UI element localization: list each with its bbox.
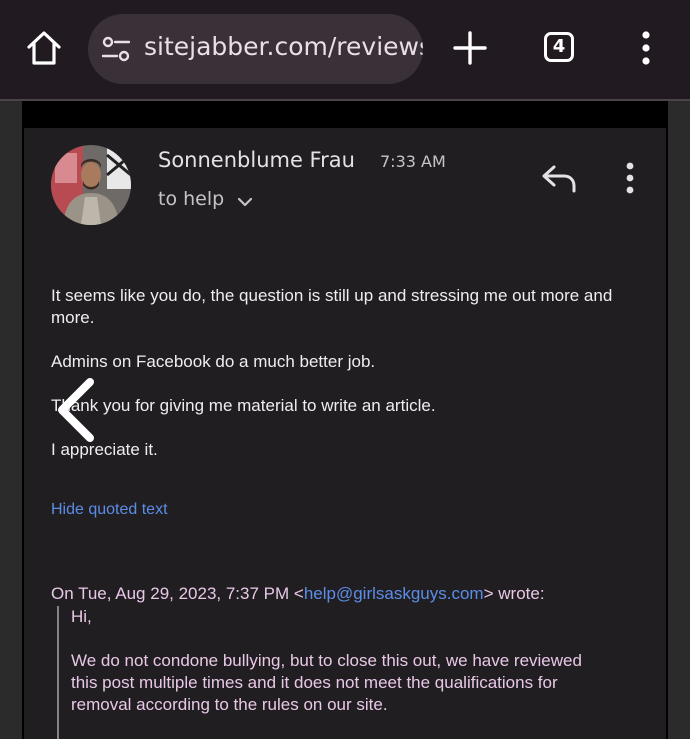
plus-icon[interactable] — [452, 30, 488, 66]
quote-sender-email-link[interactable]: help@girlsaskguys.com — [304, 584, 484, 603]
hide-quoted-text-link[interactable]: Hide quoted text — [51, 501, 168, 519]
quoted-paragraph: Hi, — [71, 607, 92, 626]
url-text[interactable]: sitejabber.com/reviews — [144, 32, 423, 61]
more-vert-icon[interactable] — [636, 30, 656, 66]
chevron-down-icon[interactable] — [236, 194, 254, 208]
back-gesture-arrow-icon — [52, 378, 102, 442]
message-paragraph: Admins on Facebook do a much better job. — [51, 352, 376, 371]
quote-header-suffix: > wrote: — [483, 584, 545, 603]
send-time: 7:33 AM — [380, 152, 446, 171]
sender-avatar[interactable] — [51, 145, 131, 225]
tab-switcher-button[interactable]: 4 — [544, 32, 574, 62]
email-message: Sonnenblume Frau 7:33 AM to help It seem… — [24, 128, 666, 739]
tune-icon[interactable] — [101, 36, 131, 62]
message-paragraph: Thank you for giving me material to writ… — [51, 396, 436, 415]
home-icon[interactable] — [24, 28, 64, 68]
browser-toolbar: sitejabber.com/reviews 4 — [0, 0, 690, 101]
recipient-label[interactable]: to help — [158, 188, 224, 210]
quoted-paragraph: We do not condone bullying, but to close… — [71, 651, 582, 714]
sender-name[interactable]: Sonnenblume Frau — [158, 148, 355, 172]
message-paragraph: It seems like you do, the question is st… — [51, 286, 613, 327]
reply-icon[interactable] — [540, 162, 578, 194]
quote-header-prefix: On Tue, Aug 29, 2023, 7:37 PM < — [51, 584, 304, 603]
quoted-text-block: Hi, We do not condone bullying, but to c… — [57, 606, 619, 739]
quote-header: On Tue, Aug 29, 2023, 7:37 PM <help@girl… — [51, 584, 545, 604]
message-paragraph: I appreciate it. — [51, 440, 158, 459]
more-vert-icon[interactable] — [622, 162, 638, 194]
address-bar[interactable]: sitejabber.com/reviews — [88, 14, 423, 84]
